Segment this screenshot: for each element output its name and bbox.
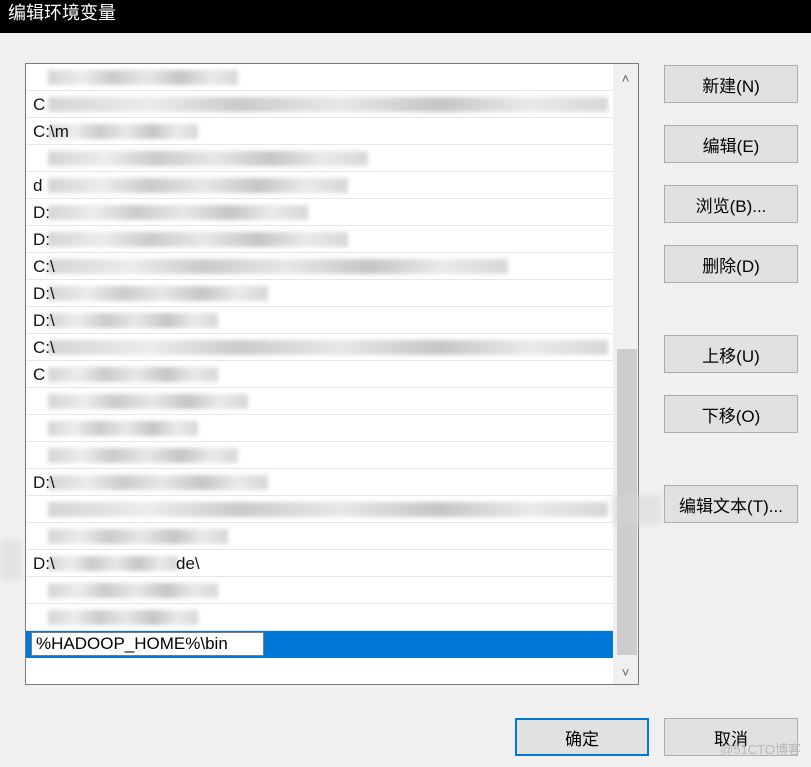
blur-artifact xyxy=(0,540,22,580)
redacted-path xyxy=(48,259,508,274)
redacted-path xyxy=(48,286,268,301)
list-item[interactable] xyxy=(26,523,614,550)
list-item[interactable]: D:\ xyxy=(26,469,614,496)
redacted-path xyxy=(48,394,248,409)
list-item-text: D: xyxy=(33,230,50,249)
edit-text-button[interactable]: 编辑文本(T)... xyxy=(664,485,798,523)
list-item-text: C xyxy=(33,365,46,384)
redacted-path xyxy=(48,178,348,193)
chevron-down-icon[interactable]: ˅ xyxy=(613,662,638,682)
list-item[interactable] xyxy=(26,442,614,469)
list-item[interactable]: C:\ xyxy=(26,334,614,361)
list-item-text: C:\ xyxy=(33,338,55,357)
list-item[interactable] xyxy=(26,388,614,415)
list-item[interactable] xyxy=(26,496,614,523)
list-item-text: D: xyxy=(33,203,50,222)
browse-button[interactable]: 浏览(B)... xyxy=(664,185,798,223)
redacted-path xyxy=(48,583,218,598)
redacted-path xyxy=(48,475,268,490)
redacted-path xyxy=(48,97,608,112)
redacted-path xyxy=(48,367,218,382)
redacted-path xyxy=(48,502,608,517)
list-item[interactable] xyxy=(26,64,614,91)
title-bar: 编辑环境变量 xyxy=(0,0,811,33)
list-item-text: D:\ xyxy=(33,554,55,573)
new-button[interactable]: 新建(N) xyxy=(664,65,798,103)
list-item[interactable]: C:\ xyxy=(26,253,614,280)
redacted-path xyxy=(48,232,348,247)
move-up-button[interactable]: 上移(U) xyxy=(664,335,798,373)
list-item[interactable] xyxy=(26,145,614,172)
redacted-path xyxy=(48,421,198,436)
blur-artifact xyxy=(612,495,662,525)
delete-button[interactable]: 删除(D) xyxy=(664,245,798,283)
list-item-text: D:\ xyxy=(33,284,55,303)
edit-button[interactable]: 编辑(E) xyxy=(664,125,798,163)
list-item-text: C:\m xyxy=(33,122,69,141)
ok-button[interactable]: 确定 xyxy=(515,718,649,756)
path-list-rows: C C:\m d D: D: C:\ D:\ D:\ C:\ C D:\ D:\ de\ xyxy=(26,64,614,658)
redacted-path xyxy=(48,340,608,355)
watermark: @51CTO博客 xyxy=(720,742,801,757)
path-edit-input[interactable] xyxy=(31,632,264,656)
list-item-selected[interactable] xyxy=(26,631,614,658)
redacted-path xyxy=(48,313,218,328)
list-item[interactable]: D: xyxy=(26,226,614,253)
list-item[interactable]: C:\m xyxy=(26,118,614,145)
list-item-suffix: de\ xyxy=(176,554,200,573)
list-item[interactable] xyxy=(26,604,614,631)
redacted-path xyxy=(48,70,238,85)
list-item[interactable]: D:\ xyxy=(26,280,614,307)
list-item[interactable]: C xyxy=(26,91,614,118)
redacted-path xyxy=(48,610,198,625)
list-item[interactable] xyxy=(26,577,614,604)
list-item[interactable] xyxy=(26,415,614,442)
list-item-text: C:\ xyxy=(33,257,55,276)
window-title: 编辑环境变量 xyxy=(8,3,116,23)
redacted-path xyxy=(48,205,308,220)
list-item-text: D:\ xyxy=(33,473,55,492)
redacted-path xyxy=(48,448,238,463)
list-item[interactable]: D:\ de\ xyxy=(26,550,614,577)
redacted-path xyxy=(48,556,178,571)
list-item[interactable]: d xyxy=(26,172,614,199)
move-down-button[interactable]: 下移(O) xyxy=(664,395,798,433)
list-item-text: d xyxy=(33,176,43,195)
path-list[interactable]: C C:\m d D: D: C:\ D:\ D:\ C:\ C D:\ D:\ de\ ˄ ˅ xyxy=(25,63,639,685)
list-item[interactable]: D: xyxy=(26,199,614,226)
list-item-text: D:\ xyxy=(33,311,55,330)
chevron-up-icon[interactable]: ˄ xyxy=(613,68,638,88)
redacted-path xyxy=(48,151,368,166)
list-item[interactable]: C xyxy=(26,361,614,388)
redacted-path xyxy=(48,529,228,544)
vertical-scrollbar[interactable]: ˄ ˅ xyxy=(613,64,638,684)
list-item-text: C xyxy=(33,95,46,114)
list-item[interactable]: D:\ xyxy=(26,307,614,334)
redacted-path xyxy=(48,124,198,139)
